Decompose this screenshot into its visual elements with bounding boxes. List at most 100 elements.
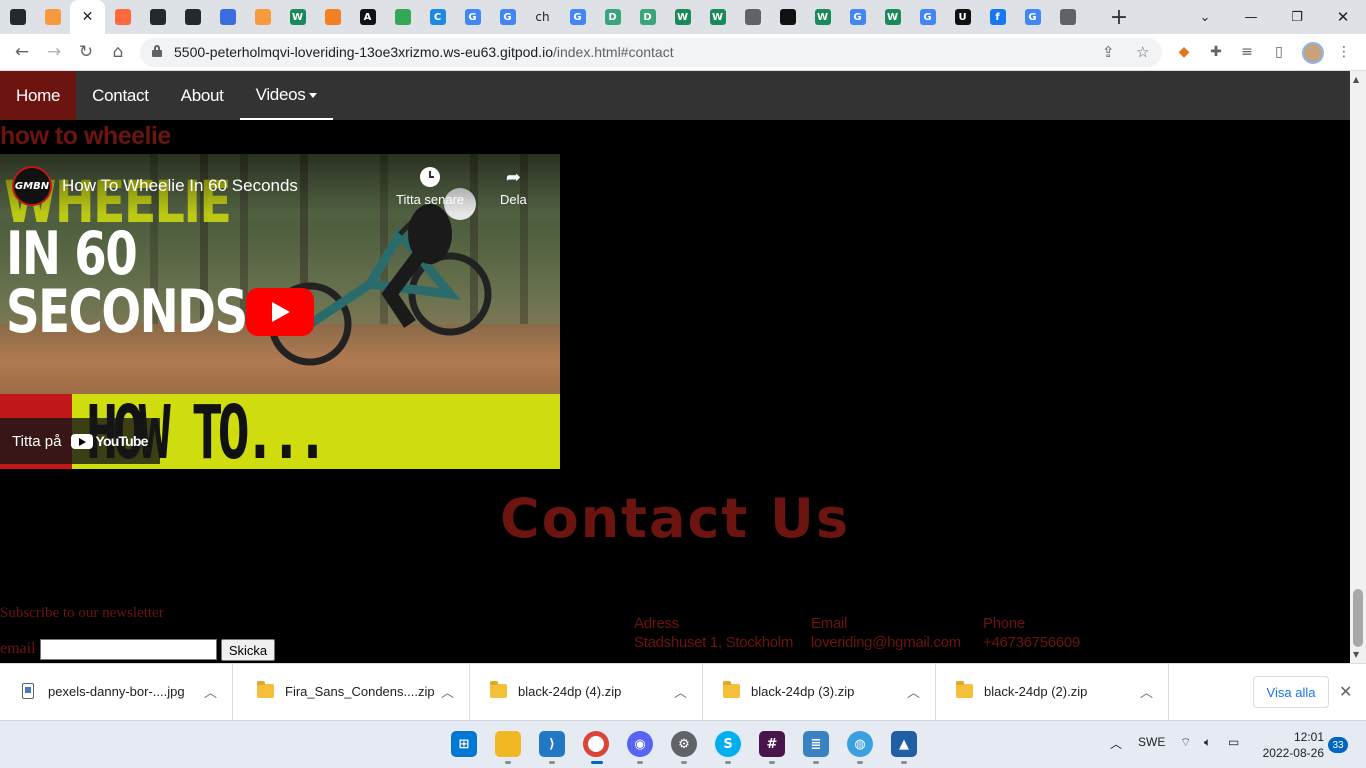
language-indicator[interactable]: SWE: [1138, 735, 1165, 749]
volume-icon[interactable]: 🔈︎: [1204, 735, 1211, 750]
scrollbar-thumb[interactable]: [1353, 589, 1363, 647]
battery-icon[interactable]: ▭: [1228, 735, 1239, 749]
youtube-embed[interactable]: WHEELIE IN 60 SECONDS HOW TO... GMBN How…: [0, 154, 560, 469]
notification-badge[interactable]: 33: [1328, 737, 1348, 753]
browser-tab[interactable]: [315, 0, 350, 34]
scroll-up-icon[interactable]: ▲: [1353, 75, 1359, 84]
browser-tab[interactable]: [210, 0, 245, 34]
browser-tab[interactable]: [140, 0, 175, 34]
browser-tab[interactable]: [1050, 0, 1085, 34]
close-download-bar-icon[interactable]: ✕: [1339, 682, 1352, 701]
nav-home[interactable]: Home: [0, 71, 77, 120]
nav-videos-dropdown[interactable]: Videos: [239, 71, 334, 120]
download-item[interactable]: black-24dp (4).zip ︿: [470, 664, 703, 721]
media-icon[interactable]: ≡: [1237, 42, 1257, 62]
browser-tab-active[interactable]: ✕: [70, 0, 105, 34]
photos-icon[interactable]: ▲: [891, 731, 917, 757]
watch-on-youtube-button[interactable]: Titta på YouTube: [0, 418, 160, 464]
browser-tab[interactable]: [245, 0, 280, 34]
home-icon[interactable]: ⌂: [106, 40, 130, 64]
chrome-icon[interactable]: [583, 731, 609, 757]
side-panel-icon[interactable]: ▯: [1269, 42, 1289, 62]
share-button[interactable]: ➦ Dela: [500, 166, 527, 208]
browser-tab[interactable]: C: [420, 0, 455, 34]
notepad-icon[interactable]: ≣: [803, 731, 829, 757]
browser-tab[interactable]: W: [700, 0, 735, 34]
reload-icon[interactable]: ↻: [74, 40, 98, 64]
chevron-up-icon[interactable]: ︿: [674, 682, 687, 701]
video-title[interactable]: How To Wheelie In 60 Seconds: [62, 176, 298, 196]
download-item[interactable]: black-24dp (3).zip ︿: [703, 664, 936, 721]
bookmark-star-icon[interactable]: ☆: [1136, 43, 1149, 61]
browser-tab[interactable]: W: [875, 0, 910, 34]
download-item[interactable]: Fira_Sans_Condens....zip ︿: [237, 664, 470, 721]
globe-app-icon[interactable]: ◍: [847, 731, 873, 757]
page-scrollbar[interactable]: ▲ ▼: [1350, 71, 1366, 663]
close-window-button[interactable]: ✕: [1320, 0, 1366, 34]
start-icon[interactable]: ⊞: [451, 731, 477, 757]
browser-tab[interactable]: G: [910, 0, 945, 34]
browser-tab[interactable]: [735, 0, 770, 34]
nav-about[interactable]: About: [165, 71, 240, 120]
new-tab-button[interactable]: +: [1102, 0, 1136, 34]
browser-tab[interactable]: W: [280, 0, 315, 34]
chevron-up-icon[interactable]: ︿: [907, 682, 920, 701]
lock-icon[interactable]: [152, 45, 162, 57]
settings-gear-icon[interactable]: ⚙: [671, 731, 697, 757]
url-text[interactable]: 5500-peterholmqvi-loveriding-13oe3xrizmo…: [174, 44, 674, 60]
restore-button[interactable]: ❐: [1274, 0, 1320, 34]
browser-tab[interactable]: A: [350, 0, 385, 34]
close-icon[interactable]: ✕: [80, 9, 96, 25]
browser-tab[interactable]: ch: [525, 0, 560, 34]
file-explorer-icon[interactable]: [495, 731, 521, 757]
browser-tab[interactable]: U: [945, 0, 980, 34]
email-info-value[interactable]: loveriding@hgmail.com: [811, 634, 961, 651]
submit-button[interactable]: Skicka: [221, 639, 275, 661]
metamask-icon[interactable]: ◆: [1174, 42, 1194, 62]
tray-overflow-icon[interactable]: ︿: [1110, 735, 1122, 752]
system-clock[interactable]: 12:01 2022-08-26: [1262, 729, 1324, 761]
download-item[interactable]: black-24dp (2).zip ︿: [936, 664, 1169, 721]
play-button[interactable]: [246, 288, 314, 336]
menu-icon[interactable]: ⋮: [1334, 42, 1354, 62]
tab-search-icon[interactable]: ⌄: [1182, 0, 1228, 34]
browser-tab[interactable]: [105, 0, 140, 34]
slack-icon[interactable]: #: [759, 731, 785, 757]
browser-tab[interactable]: f: [980, 0, 1015, 34]
share-icon[interactable]: ⇪: [1102, 43, 1115, 61]
vscode-icon[interactable]: ⟩: [539, 731, 565, 757]
minimize-button[interactable]: —: [1228, 0, 1274, 34]
discord-icon[interactable]: ◉: [627, 731, 653, 757]
browser-tab[interactable]: W: [805, 0, 840, 34]
browser-tab[interactable]: [35, 0, 70, 34]
chevron-up-icon[interactable]: ︿: [204, 682, 217, 701]
browser-tab[interactable]: G: [490, 0, 525, 34]
chevron-up-icon[interactable]: ︿: [1140, 682, 1153, 701]
back-icon[interactable]: ←: [10, 40, 34, 64]
browser-tab[interactable]: G: [1015, 0, 1050, 34]
email-input[interactable]: [40, 639, 217, 660]
address-bar[interactable]: 5500-peterholmqvi-loveriding-13oe3xrizmo…: [140, 38, 1162, 67]
browser-tab[interactable]: [385, 0, 420, 34]
browser-tab[interactable]: [0, 0, 35, 34]
browser-tab[interactable]: W: [665, 0, 700, 34]
browser-tab[interactable]: [175, 0, 210, 34]
extensions-icon[interactable]: ✚: [1206, 42, 1226, 62]
browser-tab[interactable]: G: [560, 0, 595, 34]
browser-tab[interactable]: D: [630, 0, 665, 34]
wifi-icon[interactable]: ⌔: [1180, 735, 1191, 750]
channel-logo[interactable]: GMBN: [12, 166, 52, 206]
browser-tab[interactable]: G: [840, 0, 875, 34]
forward-icon[interactable]: →: [42, 40, 66, 64]
show-all-downloads-button[interactable]: Visa alla: [1253, 676, 1329, 708]
browser-tab[interactable]: G: [455, 0, 490, 34]
phone-value[interactable]: +46736756609: [983, 634, 1080, 651]
browser-tab[interactable]: [770, 0, 805, 34]
nav-contact[interactable]: Contact: [76, 71, 165, 120]
profile-avatar[interactable]: [1302, 42, 1324, 64]
skype-icon[interactable]: S: [715, 731, 741, 757]
watch-later-button[interactable]: Titta senare: [396, 166, 464, 207]
chevron-up-icon[interactable]: ︿: [441, 682, 454, 701]
download-item[interactable]: pexels-danny-bor-....jpg ︿: [0, 664, 233, 721]
scroll-down-icon[interactable]: ▼: [1353, 650, 1359, 659]
